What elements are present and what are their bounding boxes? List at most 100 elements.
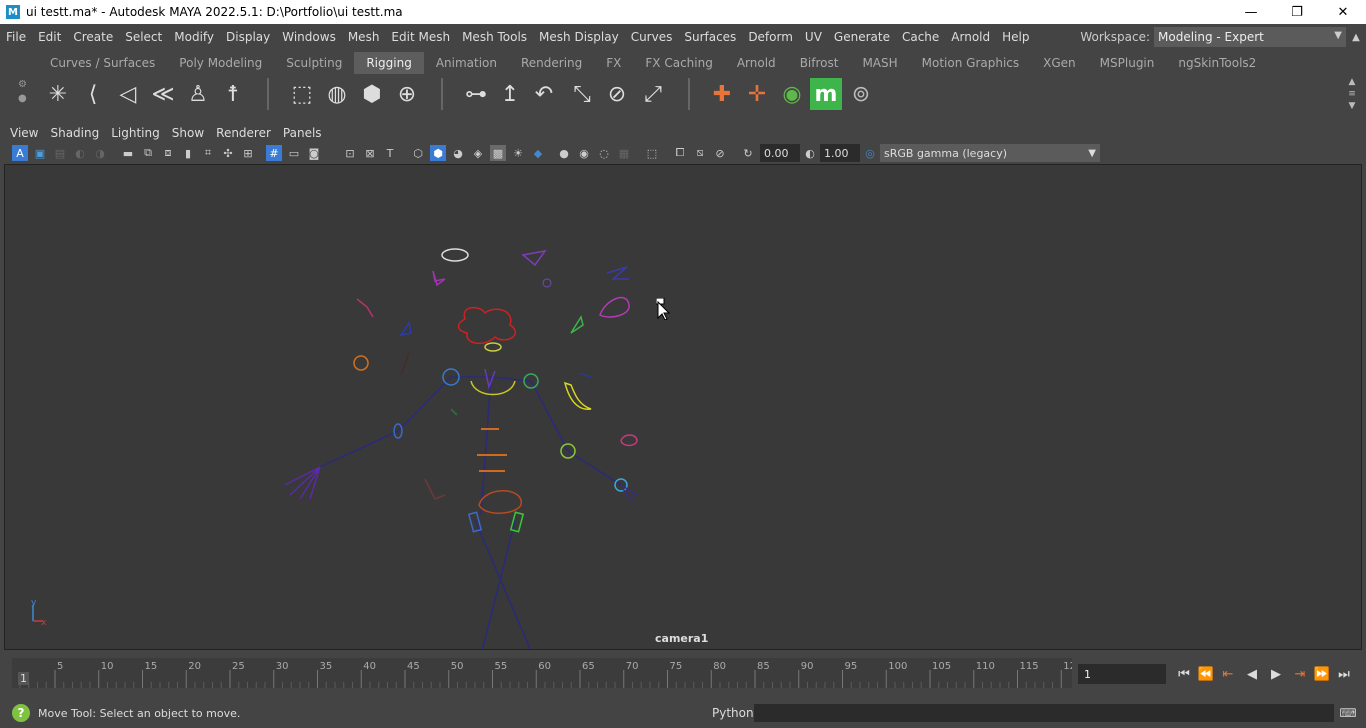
default-material-icon[interactable]: ◕ [450,145,466,161]
collapse-up-icon[interactable]: ▲ [1346,32,1366,43]
ngskin-icon[interactable]: ◉ [776,78,808,110]
menu-create[interactable]: Create [67,30,119,44]
ambient-occlusion-icon[interactable]: ◆ [530,145,546,161]
3d-viewport[interactable]: y x camera1 [4,164,1362,650]
menu-deform[interactable]: Deform [742,30,799,44]
panel-menu-panels[interactable]: Panels [277,126,328,140]
isolate-icon[interactable]: T [382,145,398,161]
hud-icon[interactable]: ▦ [616,145,632,161]
panel-menu-lighting[interactable]: Lighting [105,126,166,140]
go-to-start-button[interactable]: ⏮ [1174,665,1194,683]
safe-action-icon[interactable]: ✣ [220,145,236,161]
menu-mesh-display[interactable]: Mesh Display [533,30,625,44]
grid-toggle-icon[interactable]: # [266,145,282,161]
command-line-input[interactable] [754,704,1334,722]
shelf-options-icon[interactable]: ⚙ ● [18,78,28,106]
gate-mask-icon[interactable]: ▮ [180,145,196,161]
wireframe-mode-icon[interactable]: ⬡ [410,145,426,161]
pole-vector-icon[interactable]: ⤢ [637,78,669,110]
depth-of-field-icon[interactable]: ◌ [596,145,612,161]
panel-menu-show[interactable]: Show [166,126,210,140]
ik-handle-icon[interactable]: ⟨ [77,78,109,110]
scale-constraint-icon[interactable]: ⤡ [566,78,598,110]
restore-button[interactable]: ❐ [1274,0,1320,24]
film-gate-icon[interactable]: ⧉ [140,145,156,161]
resolution-gate-icon[interactable]: ⧈ [160,145,176,161]
mash-m-icon[interactable]: m [810,78,842,110]
image-plane-icon[interactable]: ◐ [72,145,88,161]
aim-constraint-icon[interactable]: ↥ [494,78,526,110]
wire-icon[interactable]: ⬢ [356,78,388,110]
menu-cache[interactable]: Cache [896,30,945,44]
anti-aliasing-icon[interactable]: ◉ [576,145,592,161]
2d-pan-zoom-icon[interactable]: ◑ [92,145,108,161]
point-constraint-icon[interactable]: ⊶ [460,78,492,110]
menu-generate[interactable]: Generate [828,30,896,44]
isolate-select-icon[interactable]: ⬚ [644,145,660,161]
lattice-icon[interactable]: ◍ [321,78,353,110]
bookmarks-icon[interactable]: ▤ [52,145,68,161]
step-forward-key-button[interactable]: ⏩ [1312,665,1332,683]
locator-icon[interactable]: ✚ [706,78,738,110]
play-forwards-button[interactable]: ▶ [1266,665,1286,683]
menu-curves[interactable]: Curves [625,30,679,44]
tab-motion-graphics[interactable]: Motion Graphics [910,52,1032,74]
tab-rendering[interactable]: Rendering [509,52,594,74]
tab-fx[interactable]: FX [594,52,633,74]
menu-arnold[interactable]: Arnold [945,30,996,44]
gamma-icon[interactable]: ◐ [802,145,818,161]
bind-skin-icon[interactable]: ≪ [147,78,179,110]
cluster-icon[interactable]: ⬚ [286,78,318,110]
menu-edit-mesh[interactable]: Edit Mesh [385,30,456,44]
parent-constraint-icon[interactable]: ⊘ [601,78,633,110]
field-chart-icon[interactable]: ⌗ [200,145,216,161]
minimize-button[interactable]: — [1228,0,1274,24]
current-frame-field[interactable]: 1 [1078,664,1166,684]
shaded-icon[interactable]: ◙ [306,145,322,161]
tab-rigging[interactable]: Rigging [354,52,424,74]
time-slider[interactable]: 1 5 10 15 20 25 30 35 40 45 50 55 60 65 70 75 80 85 90 95 1… [0,656,1366,692]
color-space-dropdown[interactable]: sRGB gamma (legacy) ▼ [880,144,1100,162]
tab-msplugin[interactable]: MSPlugin [1088,52,1167,74]
menu-edit[interactable]: Edit [32,30,67,44]
xray-icon[interactable]: ⊡ [342,145,358,161]
step-back-key-button[interactable]: ⏪ [1196,665,1216,683]
ik-spline-icon[interactable]: ◁ [112,78,144,110]
panel-menu-renderer[interactable]: Renderer [210,126,277,140]
tab-bifrost[interactable]: Bifrost [788,52,851,74]
exposure-icon[interactable]: ↻ [740,145,756,161]
panel-menu-view[interactable]: View [4,126,44,140]
gamma-field[interactable]: 1.00 [820,144,860,162]
exposure-field[interactable]: 0.00 [760,144,800,162]
menu-help[interactable]: Help [996,30,1035,44]
script-editor-icon[interactable]: ⌨ [1338,704,1358,722]
tab-ngskintools2[interactable]: ngSkinTools2 [1166,52,1268,74]
menu-uv[interactable]: UV [799,30,828,44]
script-language-label[interactable]: Python [712,706,754,720]
step-back-frame-button[interactable]: ⇤ [1218,665,1238,683]
workspace-dropdown[interactable]: Modeling - Expert ▼ [1154,27,1346,47]
shadows-icon[interactable]: ☀ [510,145,526,161]
use-lights-icon[interactable]: ▩ [490,145,506,161]
quick-rig-icon[interactable]: ☨ [217,78,249,110]
menu-select[interactable]: Select [119,30,168,44]
safe-title-icon[interactable]: ⊞ [240,145,256,161]
xray-active-icon[interactable]: ⧠ [672,145,688,161]
grease-pencil-icon[interactable]: ▬ [120,145,136,161]
xray-joints-icon[interactable]: ⊠ [362,145,378,161]
tab-curves-surfaces[interactable]: Curves / Surfaces [38,52,167,74]
shelf-scroll-icon[interactable]: ▲ ≡ ▼ [1344,76,1360,112]
joint-tool-icon[interactable]: ✳ [42,78,74,110]
fingerprint-icon[interactable]: ⊚ [845,78,877,110]
tab-sculpting[interactable]: Sculpting [274,52,354,74]
smooth-shade-icon[interactable]: ⬢ [430,145,446,161]
textured-icon[interactable]: ◈ [470,145,486,161]
panel-menu-shading[interactable]: Shading [44,126,105,140]
menu-surfaces[interactable]: Surfaces [678,30,742,44]
menu-mesh-tools[interactable]: Mesh Tools [456,30,533,44]
go-to-end-button[interactable]: ⏭ [1334,665,1354,683]
tab-fx-caching[interactable]: FX Caching [633,52,724,74]
play-backwards-button[interactable]: ◀ [1242,665,1262,683]
tab-mash[interactable]: MASH [850,52,909,74]
menu-file[interactable]: File [0,30,32,44]
